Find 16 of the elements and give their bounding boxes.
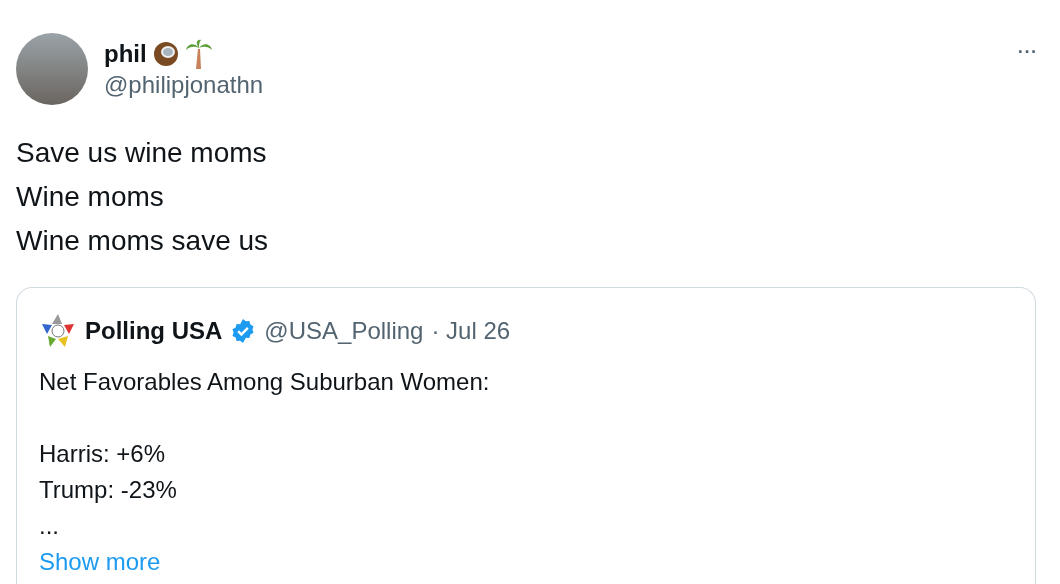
palm-tree-icon xyxy=(184,39,213,69)
author-handle[interactable]: @philipjonathn xyxy=(104,69,1000,101)
author-name[interactable]: phil xyxy=(104,39,147,69)
tweet-text: Wine moms xyxy=(16,180,165,214)
quoted-author-handle: @USA_Polling xyxy=(264,317,424,345)
more-options-button[interactable]: ··· xyxy=(1016,35,1036,66)
quoted-author-name: Polling USA xyxy=(85,317,223,345)
tweet-text: Save us wine moms xyxy=(16,136,268,170)
quoted-tweet-text: Net Favorables Among Suburban Women: xyxy=(39,367,491,397)
tweet-date: · Jul 26 xyxy=(431,317,511,345)
quoted-tweet-text: Harris: +6% xyxy=(39,439,167,469)
quoted-tweet-card[interactable]: Polling USA @USA_Polling · Jul 26 Net Favorables Among Suburban Women: Harris: +6% Trump: -23% ... Show more xyxy=(16,287,1036,584)
quoted-tweet-text: ... xyxy=(39,511,60,541)
quoted-tweet-text: Trump: -23% xyxy=(39,475,178,505)
coconut-icon xyxy=(152,41,179,67)
tweet-text: Wine moms save us xyxy=(16,224,270,258)
